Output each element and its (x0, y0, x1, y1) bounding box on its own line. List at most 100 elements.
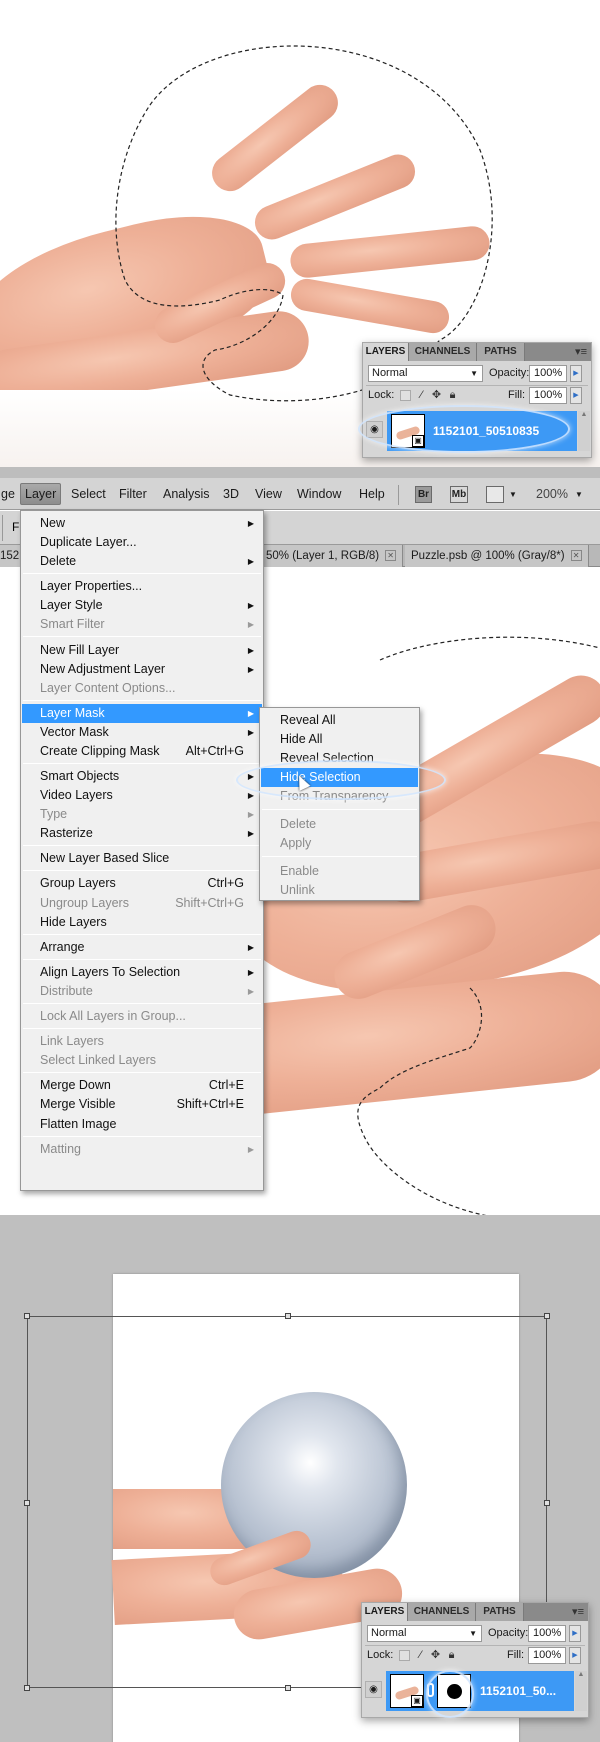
tab-layers[interactable]: LAYERS (362, 1603, 408, 1621)
close-tab-icon[interactable]: ✕ (385, 550, 397, 562)
transform-handle-mr[interactable] (544, 1500, 550, 1506)
transform-handle-ml[interactable] (24, 1500, 30, 1506)
layer-menu-item-merge-down[interactable]: Merge Down Ctrl+E (22, 1076, 262, 1095)
blend-mode-select[interactable]: Normal ▼ (368, 365, 483, 382)
visibility-eye-icon[interactable]: ◉ (365, 1681, 382, 1698)
fill-slider-button[interactable]: ▶ (570, 387, 582, 404)
layer-row[interactable]: ▣ 1152101_50... (386, 1671, 574, 1711)
divider (365, 1645, 585, 1646)
tab-paths[interactable]: PATHS (477, 343, 525, 361)
layer-menu-item-distribute[interactable]: Distribute ▶ (22, 982, 262, 1001)
layer-menu-item-video-layers[interactable]: Video Layers ▶ (22, 786, 262, 805)
lock-transparent-icon[interactable] (399, 1650, 410, 1661)
transform-handle-bl[interactable] (24, 1685, 30, 1691)
blend-mode-select[interactable]: Normal ▼ (367, 1625, 482, 1642)
layer-menu-item-align-layers-to-selection[interactable]: Align Layers To Selection ▶ (22, 963, 262, 982)
fill-input[interactable]: 100% (528, 1647, 566, 1664)
submenu-arrow-icon: ▶ (247, 664, 254, 674)
layer-menu-item-layer-properties[interactable]: Layer Properties... (22, 577, 262, 596)
opacity-input[interactable]: 100% (529, 365, 567, 382)
lock-brush-icon[interactable]: ⁄ (416, 390, 427, 401)
menu-help[interactable]: Help (355, 485, 389, 504)
layer-menu-item-new-fill-layer[interactable]: New Fill Layer ▶ (22, 641, 262, 660)
menu-3d[interactable]: 3D (219, 485, 243, 504)
lock-transparent-icon[interactable] (400, 390, 411, 401)
submenu-arrow-icon: ▶ (247, 967, 254, 977)
layer-menu-item-create-clipping-mask[interactable]: Create Clipping Mask Alt+Ctrl+G (22, 742, 262, 761)
transform-handle-bc[interactable] (285, 1685, 291, 1691)
layer-mask-item-hide-all[interactable]: Hide All (261, 730, 418, 749)
layer-menu-item-ungroup-layers[interactable]: Ungroup Layers Shift+Ctrl+G (22, 894, 262, 913)
photo-with-circular-selection: LAYERS CHANNELS PATHS ▾≡ Normal ▼ Opacity… (0, 0, 600, 467)
layer-menu-item-group-layers[interactable]: Group Layers Ctrl+G (22, 874, 262, 893)
transform-handle-tr[interactable] (544, 1313, 550, 1319)
transform-handle-tc[interactable] (285, 1313, 291, 1319)
menu-view[interactable]: View (251, 485, 286, 504)
layer-menu-item-arrange[interactable]: Arrange ▶ (22, 938, 262, 957)
lock-move-icon[interactable]: ✥ (430, 1650, 441, 1661)
menu-separator (262, 809, 417, 810)
panel-menu-icon[interactable]: ▾≡ (575, 345, 587, 358)
blend-mode-value: Normal (371, 1627, 407, 1639)
transform-handle-tl[interactable] (24, 1313, 30, 1319)
close-tab-icon[interactable]: ✕ (570, 550, 582, 562)
menu-layer[interactable]: Layer (20, 483, 62, 505)
menu-analysis[interactable]: Analysis (159, 485, 214, 504)
menu-separator (23, 762, 261, 764)
layer-menu-item-duplicate-layer[interactable]: Duplicate Layer... (22, 533, 262, 552)
opacity-slider-button[interactable]: ▶ (570, 365, 582, 382)
bridge-icon[interactable]: Br (415, 486, 432, 503)
opacity-slider-button[interactable]: ▶ (569, 1625, 581, 1642)
layer-menu-item-layer-style[interactable]: Layer Style ▶ (22, 596, 262, 615)
zoom-level[interactable]: 200% (536, 485, 568, 504)
layer-menu-item-rasterize[interactable]: Rasterize ▶ (22, 824, 262, 843)
menu-image[interactable]: ge (0, 485, 19, 504)
opacity-input[interactable]: 100% (528, 1625, 566, 1642)
layer-menu-item-smart-filter[interactable]: Smart Filter ▶ (22, 615, 262, 634)
screen-mode-icon[interactable] (486, 486, 504, 503)
mini-bridge-icon[interactable]: Mb (450, 486, 468, 503)
lock-move-icon[interactable]: ✥ (431, 390, 442, 401)
layer-mask-item-delete[interactable]: Delete (261, 815, 418, 834)
layer-mask-item-apply[interactable]: Apply (261, 834, 418, 853)
doc-tab-puzzle[interactable]: Puzzle.psb @ 100% (Gray/8*) ✕ (405, 545, 589, 567)
layer-menu-item-flatten-image[interactable]: Flatten Image (22, 1115, 262, 1134)
layer-menu-item-type[interactable]: Type ▶ (22, 805, 262, 824)
layers-scrollbar[interactable]: ▲ (578, 411, 590, 451)
layers-scrollbar[interactable]: ▲ (575, 1671, 587, 1711)
zoom-dropdown-icon[interactable]: ▼ (575, 486, 583, 503)
layer-mask-item-reveal-all[interactable]: Reveal All (261, 711, 418, 730)
layer-menu-item-vector-mask[interactable]: Vector Mask ▶ (22, 723, 262, 742)
layer-menu-item-merge-visible[interactable]: Merge Visible Shift+Ctrl+E (22, 1095, 262, 1114)
layer-mask-item-enable[interactable]: Enable (261, 862, 418, 881)
layer-menu-item-new-adjustment-layer[interactable]: New Adjustment Layer ▶ (22, 660, 262, 679)
layer-menu-item-lock-all-layers-in-group[interactable]: Lock All Layers in Group... (22, 1007, 262, 1026)
layer-menu-item-matting[interactable]: Matting ▶ (22, 1140, 262, 1159)
tab-channels[interactable]: CHANNELS (408, 1603, 476, 1621)
menu-select[interactable]: Select (67, 485, 110, 504)
panel-menu-icon[interactable]: ▾≡ (572, 1605, 584, 1618)
lock-all-icon[interactable]: 🔒︎ (447, 390, 458, 401)
menu-window[interactable]: Window (293, 485, 345, 504)
tab-paths[interactable]: PATHS (476, 1603, 524, 1621)
menu-filter[interactable]: Filter (115, 485, 151, 504)
layer-mask-item-unlink[interactable]: Unlink (261, 881, 418, 900)
fill-slider-button[interactable]: ▶ (569, 1647, 581, 1664)
layer-menu-item-layer-mask[interactable]: Layer Mask ▶ (22, 703, 262, 723)
layer-menu-item-layer-content-options[interactable]: Layer Content Options... (22, 679, 262, 698)
layer-menu-item-smart-objects[interactable]: Smart Objects ▶ (22, 767, 262, 786)
layer-menu-item-new[interactable]: New ▶ (22, 514, 262, 533)
menu-separator (23, 1002, 261, 1004)
layer-menu-item-hide-layers[interactable]: Hide Layers (22, 913, 262, 932)
lock-brush-icon[interactable]: ⁄ (415, 1650, 426, 1661)
layer-menu-item-link-layers[interactable]: Link Layers (22, 1032, 262, 1051)
layer-menu-item-new-layer-based-slice[interactable]: New Layer Based Slice (22, 849, 262, 868)
layer-menu-item-select-linked-layers[interactable]: Select Linked Layers (22, 1051, 262, 1070)
layer-menu-item-delete[interactable]: Delete ▶ (22, 552, 262, 571)
doc-tab-layer1[interactable]: 50% (Layer 1, RGB/8) ✕ (262, 545, 404, 567)
tab-channels[interactable]: CHANNELS (409, 343, 477, 361)
fill-input[interactable]: 100% (529, 387, 567, 404)
tab-layers[interactable]: LAYERS (363, 343, 409, 361)
screen-mode-dropdown-icon[interactable]: ▼ (509, 486, 517, 503)
lock-all-icon[interactable]: 🔒︎ (446, 1650, 457, 1661)
